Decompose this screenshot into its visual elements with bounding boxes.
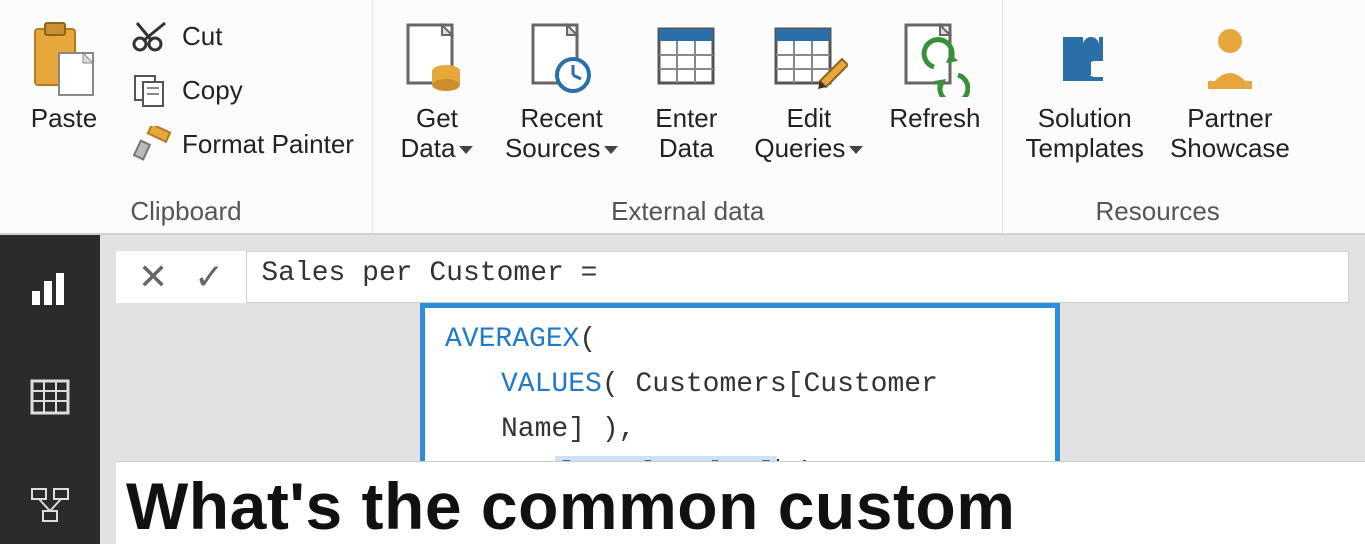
ribbon-group-resources: SolutionTemplates PartnerShowcase Resour… — [1003, 0, 1311, 233]
get-data-label: GetData — [400, 104, 473, 164]
paste-button[interactable]: Paste — [18, 10, 110, 138]
copy-label: Copy — [182, 75, 243, 106]
canvas-area: ✕ ✓ Sales per Customer = AVERAGEX( VALUE… — [100, 235, 1365, 544]
group-label-clipboard: Clipboard — [18, 190, 354, 227]
recent-sources-button[interactable]: RecentSources — [501, 10, 622, 168]
paste-icon — [29, 14, 99, 104]
dax-func-values: VALUES — [501, 369, 602, 400]
refresh-icon — [900, 14, 970, 104]
copy-icon — [128, 70, 174, 110]
get-data-icon — [402, 14, 472, 104]
dax-func-averagex: AVERAGEX — [445, 324, 579, 355]
chevron-down-icon — [849, 146, 863, 154]
edit-queries-icon — [770, 14, 848, 104]
chevron-down-icon — [459, 146, 473, 154]
formula-cancel-button[interactable]: ✕ — [138, 256, 168, 298]
formula-bar: ✕ ✓ Sales per Customer = — [116, 251, 1349, 303]
slide-headline: What's the common custom — [116, 461, 1365, 544]
get-data-button[interactable]: GetData — [391, 10, 483, 168]
paintbrush-icon — [128, 124, 174, 164]
model-view-button[interactable] — [26, 481, 74, 529]
chevron-down-icon — [604, 146, 618, 154]
formula-input[interactable]: Sales per Customer = — [246, 251, 1349, 303]
view-sidebar — [0, 235, 100, 544]
format-painter-button[interactable]: Format Painter — [128, 124, 354, 164]
solution-templates-button[interactable]: SolutionTemplates — [1021, 10, 1148, 168]
partner-showcase-button[interactable]: PartnerShowcase — [1166, 10, 1294, 168]
report-view-button[interactable] — [26, 265, 74, 313]
scissors-icon — [128, 16, 174, 56]
enter-data-label: EnterData — [655, 104, 717, 164]
edit-queries-button[interactable]: EditQueries — [750, 10, 867, 168]
puzzle-icon — [1049, 14, 1121, 104]
formula-commit-button[interactable]: ✓ — [194, 256, 224, 298]
recent-sources-icon — [527, 14, 597, 104]
format-painter-label: Format Painter — [182, 129, 354, 160]
ribbon-group-external-data: GetData RecentSources EnterData EditQuer… — [373, 0, 1003, 233]
refresh-label: Refresh — [889, 104, 980, 134]
group-label-external-data: External data — [391, 190, 984, 227]
enter-data-button[interactable]: EnterData — [640, 10, 732, 168]
ribbon-group-clipboard: Paste Cut Copy — [0, 0, 373, 233]
person-icon — [1198, 14, 1262, 104]
cut-label: Cut — [182, 21, 222, 52]
recent-sources-label: RecentSources — [505, 104, 618, 164]
ribbon: Paste Cut Copy — [0, 0, 1365, 235]
edit-queries-label: EditQueries — [754, 104, 863, 164]
formula-header-text: Sales per Customer = — [261, 258, 597, 289]
cut-button[interactable]: Cut — [128, 16, 354, 56]
paste-label: Paste — [31, 104, 98, 134]
enter-data-icon — [651, 14, 721, 104]
solution-templates-label: SolutionTemplates — [1025, 104, 1144, 164]
refresh-button[interactable]: Refresh — [885, 10, 984, 138]
partner-showcase-label: PartnerShowcase — [1170, 104, 1290, 164]
copy-button[interactable]: Copy — [128, 70, 354, 110]
group-label-resources: Resources — [1021, 190, 1293, 227]
data-view-button[interactable] — [26, 373, 74, 421]
